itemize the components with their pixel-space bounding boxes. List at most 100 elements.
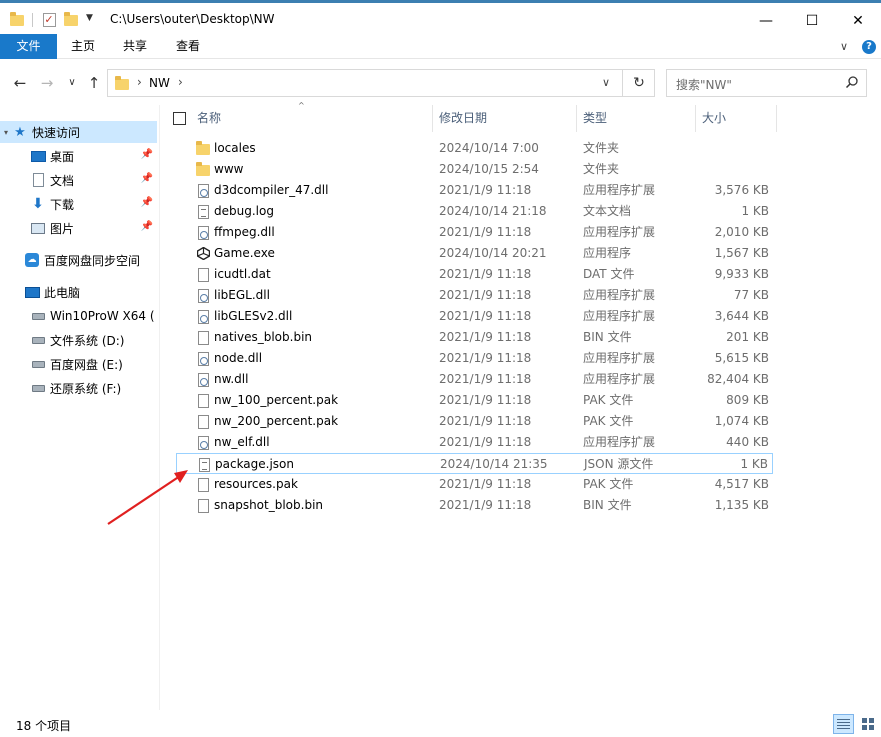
file-modified-date: 2021/1/9 11:18 — [439, 183, 532, 197]
file-row[interactable]: snapshot_blob.bin 2021/1/9 11:18 BIN 文件 1,1… — [176, 495, 773, 516]
nav-downloads[interactable]: ⬇ 下载 📌 — [0, 193, 157, 215]
close-button[interactable]: ✕ — [835, 6, 881, 36]
file-row[interactable]: debug.log 2024/10/14 21:18 文本文档 1 KB — [176, 201, 773, 222]
file-type: PAK 文件 — [583, 393, 634, 407]
breadcrumb-chevron-icon[interactable]: › — [178, 75, 183, 89]
nav-drive-c[interactable]: Win10ProW X64 ( — [0, 305, 157, 327]
file-row[interactable]: locales 2024/10/14 7:00 文件夹 — [176, 138, 773, 159]
file-modified-date: 2021/1/9 11:18 — [439, 225, 532, 239]
file-name: www — [214, 162, 244, 176]
desktop-icon — [30, 150, 46, 162]
title-bar: ✓ ▼ C:\Users\outer\Desktop\NW — ☐ ✕ — [0, 3, 881, 34]
file-row[interactable]: natives_blob.bin 2021/1/9 11:18 BIN 文件 201 … — [176, 327, 773, 348]
file-type: 文本文档 — [583, 204, 632, 218]
properties-quick-button[interactable]: ✓ — [40, 11, 58, 29]
file-row[interactable]: icudtl.dat 2021/1/9 11:18 DAT 文件 9,933 KB — [176, 264, 773, 285]
maximize-button[interactable]: ☐ — [789, 6, 835, 36]
column-header-type[interactable]: 类型 — [577, 105, 695, 132]
refresh-button[interactable]: ↻ — [622, 70, 655, 96]
column-header-date[interactable]: 修改日期 — [433, 105, 576, 132]
dll-file-icon — [196, 372, 210, 387]
nav-desktop[interactable]: 桌面 📌 — [0, 145, 157, 167]
search-icon[interactable] — [845, 75, 859, 89]
file-size: 1 KB — [740, 457, 768, 471]
column-header-name[interactable]: 名称 — [191, 105, 432, 132]
file-modified-date: 2024/10/14 20:21 — [439, 246, 547, 260]
file-size: 1,567 KB — [714, 246, 769, 260]
file-row[interactable]: ffmpeg.dll 2021/1/9 11:18 应用程序扩展 2,010 KB — [176, 222, 773, 243]
file-name: debug.log — [214, 204, 274, 218]
tab-file[interactable]: 文件 — [0, 34, 57, 59]
expand-chevron-icon[interactable]: ▾ — [0, 128, 12, 137]
up-button[interactable]: ↑ — [84, 74, 104, 92]
file-row[interactable]: libEGL.dll 2021/1/9 11:18 应用程序扩展 77 KB — [176, 285, 773, 306]
nav-drive-d[interactable]: 文件系统 (D:) — [0, 329, 157, 351]
file-row[interactable]: node.dll 2021/1/9 11:18 应用程序扩展 5,615 KB — [176, 348, 773, 369]
file-row[interactable]: Game.exe 2024/10/14 20:21 应用程序 1,567 KB — [176, 243, 773, 264]
file-name: d3dcompiler_47.dll — [214, 183, 329, 197]
file-modified-date: 2024/10/14 21:35 — [440, 457, 548, 471]
file-name: ffmpeg.dll — [214, 225, 275, 239]
nav-pictures[interactable]: 图片 📌 — [0, 217, 157, 239]
select-all-checkbox[interactable] — [173, 112, 186, 125]
help-icon[interactable]: ? — [862, 40, 876, 54]
file-size: 809 KB — [726, 393, 769, 407]
breadcrumb-chevron-icon[interactable]: › — [137, 75, 142, 89]
back-button[interactable]: ← — [10, 74, 30, 92]
nav-drive-e[interactable]: 百度网盘 (E:) — [0, 353, 157, 375]
nav-this-pc[interactable]: 此电脑 — [0, 281, 157, 303]
nav-label: 快速访问 — [32, 125, 81, 140]
drive-icon — [31, 360, 45, 368]
nav-documents[interactable]: 文档 📌 — [0, 169, 157, 191]
nav-drive-f[interactable]: 还原系统 (F:) — [0, 377, 157, 399]
tab-view[interactable]: 查看 — [167, 34, 209, 59]
quick-access-toolbar-dropdown[interactable]: ▼ — [86, 13, 93, 23]
new-folder-quick-button[interactable] — [62, 11, 80, 29]
forward-button[interactable]: → — [37, 74, 57, 92]
column-separator[interactable] — [776, 105, 777, 132]
recent-locations-dropdown[interactable]: ∨ — [62, 74, 82, 92]
window-title: C:\Users\outer\Desktop\NW — [110, 12, 275, 26]
nav-baidu-sync[interactable]: ☁ 百度网盘同步空间 — [0, 249, 157, 271]
search-input[interactable]: 搜索"NW" — [666, 69, 867, 97]
address-history-dropdown[interactable]: ∨ — [602, 76, 610, 89]
window-folder-icon — [8, 11, 26, 29]
drive-icon — [31, 384, 45, 392]
pin-icon: 📌 — [140, 197, 153, 208]
file-row[interactable]: package.json 2024/10/14 21:35 JSON 源文件 1 KB — [176, 453, 773, 474]
file-row[interactable]: www 2024/10/15 2:54 文件夹 — [176, 159, 773, 180]
file-modified-date: 2021/1/9 11:18 — [439, 288, 532, 302]
star-icon: ★ — [14, 124, 26, 140]
pin-icon: 📌 — [140, 173, 153, 184]
file-row[interactable]: nw.dll 2021/1/9 11:18 应用程序扩展 82,404 KB — [176, 369, 773, 390]
file-modified-date: 2024/10/15 2:54 — [439, 162, 539, 176]
nav-quick-access[interactable]: ▾ ★ 快速访问 — [0, 121, 157, 143]
nav-label: 百度网盘 (E:) — [50, 357, 123, 372]
minimize-button[interactable]: — — [743, 6, 789, 36]
file-size: 1,135 KB — [714, 498, 769, 512]
file-row[interactable]: d3dcompiler_47.dll 2021/1/9 11:18 应用程序扩展 3,… — [176, 180, 773, 201]
ribbon-expand-chevron-icon[interactable]: ∨ — [840, 40, 848, 53]
file-row[interactable]: resources.pak 2021/1/9 11:18 PAK 文件 4,517 K… — [176, 474, 773, 495]
file-row[interactable]: nw_200_percent.pak 2021/1/9 11:18 PAK 文件 1,… — [176, 411, 773, 432]
breadcrumb-current-folder[interactable]: NW — [149, 76, 170, 90]
file-list: 名称 ^ 修改日期 类型 大小 locales 2024/10/14 7:00 文件… — [160, 101, 881, 710]
sort-ascending-icon: ^ — [298, 101, 305, 110]
file-row[interactable]: libGLESv2.dll 2021/1/9 11:18 应用程序扩展 3,644 K… — [176, 306, 773, 327]
address-bar[interactable]: › NW › ∨ ↻ — [107, 69, 655, 97]
file-row[interactable]: nw_100_percent.pak 2021/1/9 11:18 PAK 文件 80… — [176, 390, 773, 411]
column-header-size[interactable]: 大小 — [696, 105, 776, 132]
file-type: BIN 文件 — [583, 498, 632, 512]
file-name: libGLESv2.dll — [214, 309, 293, 323]
tab-share[interactable]: 共享 — [114, 34, 156, 59]
large-icons-view-button[interactable] — [857, 714, 878, 734]
details-view-button[interactable] — [833, 714, 854, 734]
folder-icon — [115, 76, 129, 90]
file-name: libEGL.dll — [214, 288, 270, 302]
file-type: 应用程序扩展 — [583, 435, 656, 449]
tab-home[interactable]: 主页 — [62, 34, 104, 59]
file-row[interactable]: nw_elf.dll 2021/1/9 11:18 应用程序扩展 440 KB — [176, 432, 773, 453]
nav-label: 文档 — [50, 173, 75, 188]
file-name: node.dll — [214, 351, 263, 365]
file-type: 文件夹 — [583, 141, 620, 155]
